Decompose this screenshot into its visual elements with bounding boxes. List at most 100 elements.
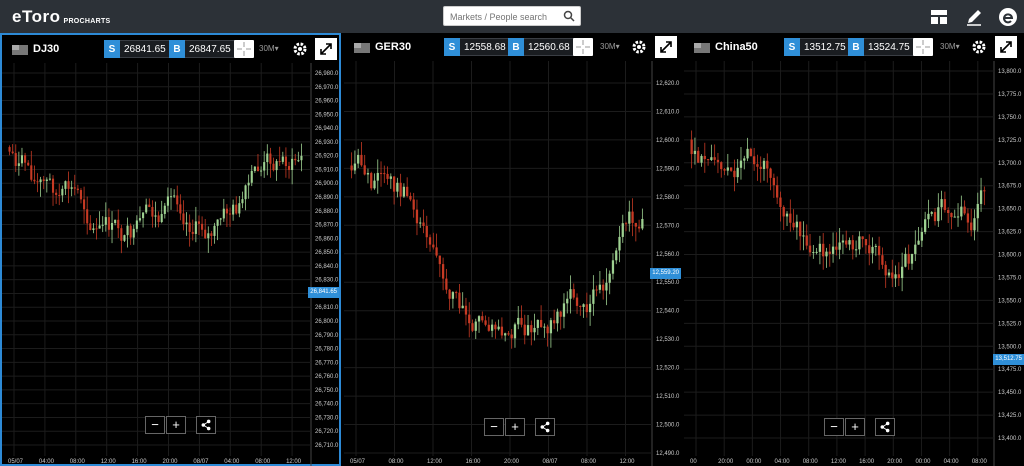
y-tick-label: 12,600.0 <box>656 138 680 144</box>
symbol-name[interactable]: GER30 <box>375 41 411 53</box>
expand-icon[interactable] <box>655 36 677 58</box>
candle-body <box>729 167 733 171</box>
crosshair-icon[interactable] <box>234 40 254 58</box>
candle-body <box>129 225 132 238</box>
symbol-name[interactable]: China50 <box>715 41 758 53</box>
candle-body <box>785 213 789 217</box>
share-icon[interactable] <box>196 416 216 434</box>
buy-button[interactable]: B 26847.65 <box>169 40 236 58</box>
candle-body <box>517 317 520 325</box>
pencil-icon[interactable] <box>964 7 984 27</box>
buy-label: B <box>848 38 864 56</box>
candlestick-svg[interactable]: 12,620.0 12,610.0 12,600.0 12,590.0 12,580.0… <box>344 61 681 466</box>
candle-body <box>585 304 588 313</box>
candle-body <box>877 245 881 256</box>
crosshair-icon[interactable] <box>913 38 933 56</box>
x-tick-label: 08:00 <box>803 459 819 465</box>
y-tick-label: 26,730.0 <box>315 415 339 421</box>
sell-label: S <box>104 40 120 58</box>
layout-icon[interactable] <box>929 7 949 27</box>
candle-body <box>142 212 145 219</box>
search-input[interactable] <box>444 8 556 26</box>
candle-body <box>61 188 64 196</box>
x-tick-label: 12:00 <box>620 459 636 465</box>
candle-body <box>247 182 250 186</box>
candle-body <box>615 250 618 261</box>
candle-body <box>693 150 697 155</box>
candle-body <box>634 222 637 227</box>
candle-body <box>723 169 726 171</box>
etoro-logo[interactable]: eToro PROCHARTS <box>12 7 111 27</box>
candle-body <box>726 167 729 171</box>
candle-body <box>904 253 907 267</box>
candle-body <box>520 317 523 325</box>
gear-icon[interactable] <box>970 38 988 56</box>
crosshair-icon[interactable] <box>573 38 593 56</box>
chart-panel-dj30[interactable]: DJ30 S 26841.65 B 26847.65 30M▾ 26,980.0… <box>0 33 341 466</box>
x-tick-label: 12:00 <box>831 459 847 465</box>
chart-panel-china50[interactable]: China50 S 13512.75 B 13524.75 30M▾ 13,80… <box>684 33 1024 466</box>
share-icon[interactable] <box>875 418 895 436</box>
candle-body <box>235 204 238 214</box>
y-tick-label: 12,500.0 <box>656 423 680 429</box>
y-tick-label: 26,960.0 <box>315 99 339 105</box>
candlestick-svg[interactable]: 13,800.0 13,775.0 13,750.0 13,725.0 13,700.0… <box>684 61 1024 466</box>
y-tick-label: 13,575.0 <box>998 275 1022 281</box>
search-icon[interactable] <box>563 10 575 22</box>
zoom-out-button[interactable]: − <box>824 418 844 436</box>
candle-body <box>138 218 142 221</box>
candle-body <box>562 303 566 317</box>
zoom-in-button[interactable]: + <box>845 418 865 436</box>
sell-button[interactable]: S 12558.68 <box>444 38 511 56</box>
etoro-e-icon[interactable] <box>998 7 1018 27</box>
candle-body <box>494 324 497 330</box>
candle-body <box>825 251 828 257</box>
zoom-in-button[interactable]: + <box>166 416 186 434</box>
buy-price: 13524.75 <box>864 38 915 56</box>
candle-body <box>101 224 104 226</box>
symbol-name[interactable]: DJ30 <box>33 43 59 55</box>
candle-body <box>799 221 802 237</box>
price-chart[interactable]: 13,800.0 13,775.0 13,750.0 13,725.0 13,700.0… <box>684 61 1024 466</box>
market-search[interactable] <box>443 6 581 26</box>
candle-body <box>95 228 98 230</box>
price-chart[interactable]: 12,620.0 12,610.0 12,600.0 12,590.0 12,580.0… <box>344 61 681 466</box>
candle-body <box>559 311 562 317</box>
candle-body <box>605 282 608 291</box>
buy-button[interactable]: B 13524.75 <box>848 38 915 56</box>
share-icon[interactable] <box>535 418 555 436</box>
zoom-in-button[interactable]: + <box>505 418 525 436</box>
timeframe-select[interactable]: 30M▾ <box>940 42 960 51</box>
buy-button[interactable]: B 12560.68 <box>508 38 575 56</box>
candle-body <box>739 160 743 168</box>
candle-body <box>48 178 51 180</box>
gear-icon[interactable] <box>630 38 648 56</box>
price-chart[interactable]: 26,980.0 26,970.0 26,960.0 26,950.0 26,940.0… <box>2 63 341 466</box>
zoom-out-button[interactable]: − <box>484 418 504 436</box>
candle-body <box>917 240 920 245</box>
candle-body <box>24 155 27 163</box>
timeframe-select[interactable]: 30M▾ <box>600 42 620 51</box>
candle-body <box>179 204 182 214</box>
candle-body <box>752 156 756 165</box>
candle-body <box>269 153 272 164</box>
x-tick-label: 04:00 <box>39 459 55 465</box>
expand-icon[interactable] <box>995 36 1017 58</box>
x-tick-label: 08:00 <box>255 459 271 465</box>
candle-body <box>275 161 278 171</box>
candle-body <box>533 327 536 333</box>
expand-icon[interactable] <box>315 38 337 60</box>
sell-button[interactable]: S 13512.75 <box>784 38 851 56</box>
y-tick-label: 13,500.0 <box>998 344 1022 350</box>
candlestick-svg[interactable]: 26,980.0 26,970.0 26,960.0 26,950.0 26,940.0… <box>2 63 341 466</box>
y-tick-label: 12,560.0 <box>656 252 680 258</box>
gear-icon[interactable] <box>291 40 309 58</box>
current-price-tag: 12,559.20 <box>650 268 681 279</box>
timeframe-select[interactable]: 30M▾ <box>259 44 279 53</box>
candle-body <box>743 158 746 161</box>
sell-button[interactable]: S 26841.65 <box>104 40 171 58</box>
candle-body <box>970 222 973 231</box>
chart-panel-ger30[interactable]: GER30 S 12558.68 B 12560.68 30M▾ 12,620.… <box>344 33 681 466</box>
zoom-out-button[interactable]: − <box>145 416 165 434</box>
sell-price: 26841.65 <box>120 40 171 58</box>
